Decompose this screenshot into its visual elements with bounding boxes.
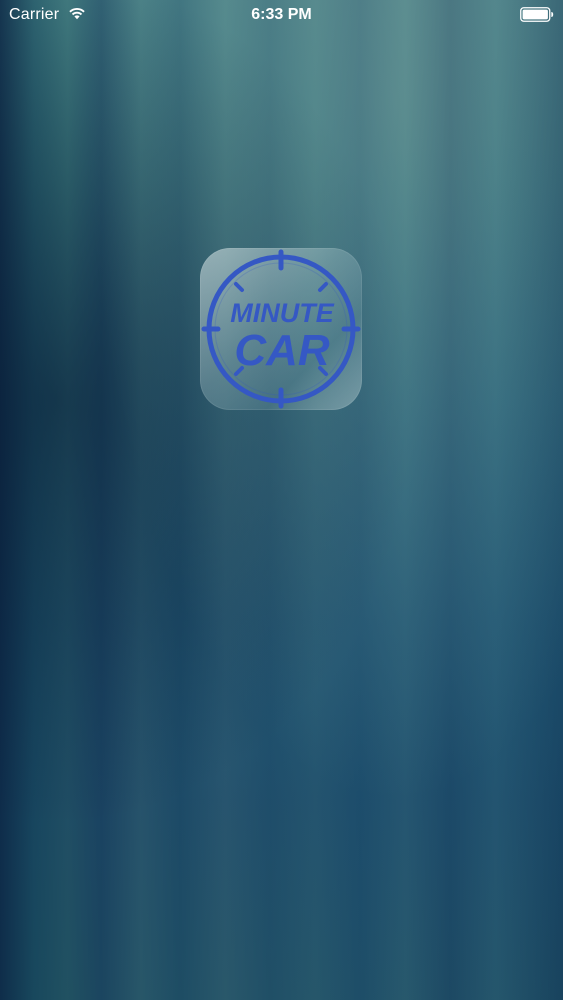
logo-text-minute: MINUTE [230,298,334,328]
minute-car-app-icon: MINUTE CAR [200,248,362,410]
clock-time: 6:33 PM [251,6,312,23]
status-bar: Carrier 6:33 PM [0,0,563,30]
stopwatch-icon: MINUTE CAR [201,249,361,409]
battery-icon [520,7,554,22]
logo-text-car: CAR [234,326,330,375]
splash-background: Carrier 6:33 PM MINUTE CAR [0,0,563,1000]
